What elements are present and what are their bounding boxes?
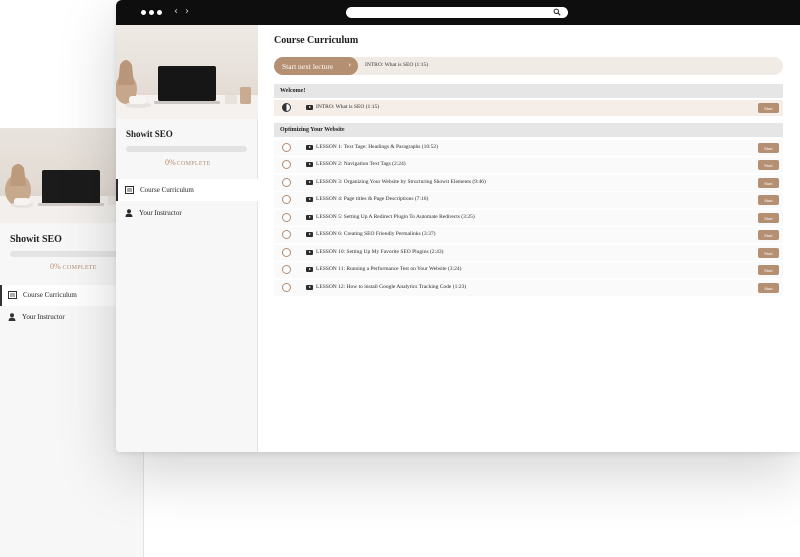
lesson-title: LESSON 11: Running a Performance Test on… (316, 266, 462, 272)
lesson-row[interactable]: LESSON 6: Creating SEO Friendly Permalin… (274, 227, 783, 244)
next-lecture-bar: Start next lecture › INTRO: What is SEO … (274, 57, 783, 75)
course-curriculum-panel: Course Curriculum Start next lecture › I… (258, 25, 800, 452)
start-lesson-button[interactable]: Start (758, 195, 779, 205)
address-bar[interactable] (346, 7, 568, 18)
start-lesson-button[interactable]: Start (758, 160, 779, 170)
start-lesson-button[interactable]: Start (758, 103, 779, 113)
incomplete-status-icon (282, 195, 291, 204)
section-header: Optimizing Your Website (274, 123, 783, 137)
lesson-title: INTRO: What is SEO (1:15) (316, 104, 380, 110)
course-hero-image (116, 25, 258, 119)
incomplete-status-icon (282, 265, 291, 274)
incomplete-status-icon (282, 213, 291, 222)
curriculum-icon (8, 291, 17, 299)
background-nav-instructor: Your Instructor (8, 313, 65, 321)
video-icon (306, 232, 313, 237)
incomplete-status-icon (282, 143, 291, 152)
lesson-title: LESSON 10: Setting Up My Favorite SEO Pl… (316, 249, 444, 255)
incomplete-status-icon (282, 178, 291, 187)
lesson-row[interactable]: INTRO: What is SEO (1:15) Start (274, 100, 783, 117)
lesson-row[interactable]: LESSON 2: Navigation Text Tags (2:24) St… (274, 157, 783, 174)
lesson-row[interactable]: LESSON 4: Page titles & Page Description… (274, 192, 783, 209)
lesson-row[interactable]: LESSON 10: Setting Up My Favorite SEO Pl… (274, 245, 783, 262)
next-lecture-title: INTRO: What is SEO (1:15) (365, 62, 429, 68)
course-progress-text: 0%COMPLETE (165, 158, 211, 167)
lesson-row[interactable]: LESSON 1: Text Tage: Headings & Paragrap… (274, 140, 783, 157)
window-dot-2[interactable] (149, 10, 154, 15)
video-icon (306, 250, 313, 255)
lesson-title: LESSON 2: Navigation Text Tags (2:24) (316, 161, 406, 167)
back-arrow-icon[interactable]: ‹ (174, 6, 178, 18)
progress-label: COMPLETE (176, 161, 211, 167)
video-icon (306, 285, 313, 290)
video-icon (306, 145, 313, 150)
lesson-title: LESSON 12: How to install Google Analyti… (316, 284, 467, 290)
start-next-lecture-label: Start next lecture (282, 61, 334, 71)
start-lesson-button[interactable]: Start (758, 265, 779, 275)
sidebar-item-label: Your Instructor (139, 209, 182, 217)
in-progress-status-icon (282, 103, 291, 112)
background-course-title: Showit SEO (10, 234, 62, 245)
start-lesson-button[interactable]: Start (758, 143, 779, 153)
person-icon (8, 313, 16, 321)
browser-window: ‹ › Showit SEO 0%COMPLETE Course Curricu… (116, 0, 800, 452)
course-title: Showit SEO (126, 129, 173, 139)
video-icon (306, 162, 313, 167)
lesson-title: LESSON 1: Text Tage: Headings & Paragrap… (316, 144, 438, 150)
lesson-row[interactable]: LESSON 12: How to install Google Analyti… (274, 280, 783, 297)
progress-percent: 0% (165, 158, 176, 167)
video-icon (306, 215, 313, 220)
curriculum-icon (125, 186, 134, 195)
course-sidebar: Showit SEO 0%COMPLETE Course Curriculum (116, 25, 258, 452)
lesson-title: LESSON 4: Page titles & Page Description… (316, 196, 429, 202)
chevron-right-icon: › (348, 61, 351, 69)
page-title: Course Curriculum (274, 35, 359, 46)
window-dot-1[interactable] (141, 10, 146, 15)
window-dot-3[interactable] (157, 10, 162, 15)
search-icon (553, 8, 561, 16)
video-icon (306, 197, 313, 202)
background-progress-bar (10, 251, 120, 257)
incomplete-status-icon (282, 283, 291, 292)
start-next-lecture-button[interactable]: Start next lecture › (274, 57, 358, 75)
start-lesson-button[interactable]: Start (758, 178, 779, 188)
start-lesson-button[interactable]: Start (758, 230, 779, 240)
section-header: Welcome! (274, 84, 783, 98)
lesson-title: LESSON 6: Creating SEO Friendly Permalin… (316, 231, 436, 237)
incomplete-status-icon (282, 230, 291, 239)
lesson-row[interactable]: LESSON 5: Setting Up A Redirect Plugin T… (274, 210, 783, 227)
video-icon (306, 267, 313, 272)
incomplete-status-icon (282, 248, 291, 257)
start-lesson-button[interactable]: Start (758, 283, 779, 293)
start-lesson-button[interactable]: Start (758, 213, 779, 223)
video-icon (306, 105, 313, 110)
course-progress-bar (126, 146, 247, 152)
background-progress-text: 0% COMPLETE (50, 262, 97, 271)
incomplete-status-icon (282, 160, 291, 169)
video-icon (306, 180, 313, 185)
background-nav-curriculum: Course Curriculum (8, 291, 77, 299)
start-lesson-button[interactable]: Start (758, 248, 779, 258)
forward-arrow-icon[interactable]: › (185, 6, 189, 18)
lesson-row[interactable]: LESSON 3: Organizing Your Website by Str… (274, 175, 783, 192)
sidebar-item-your-instructor[interactable]: Your Instructor (116, 202, 258, 224)
lesson-row[interactable]: LESSON 11: Running a Performance Test on… (274, 262, 783, 279)
browser-titlebar: ‹ › (116, 0, 800, 25)
sidebar-item-label: Course Curriculum (140, 186, 194, 194)
sidebar-item-course-curriculum[interactable]: Course Curriculum (116, 179, 258, 201)
lesson-title: LESSON 3: Organizing Your Website by Str… (316, 179, 486, 185)
lesson-title: LESSON 5: Setting Up A Redirect Plugin T… (316, 214, 475, 220)
person-icon (124, 209, 133, 218)
